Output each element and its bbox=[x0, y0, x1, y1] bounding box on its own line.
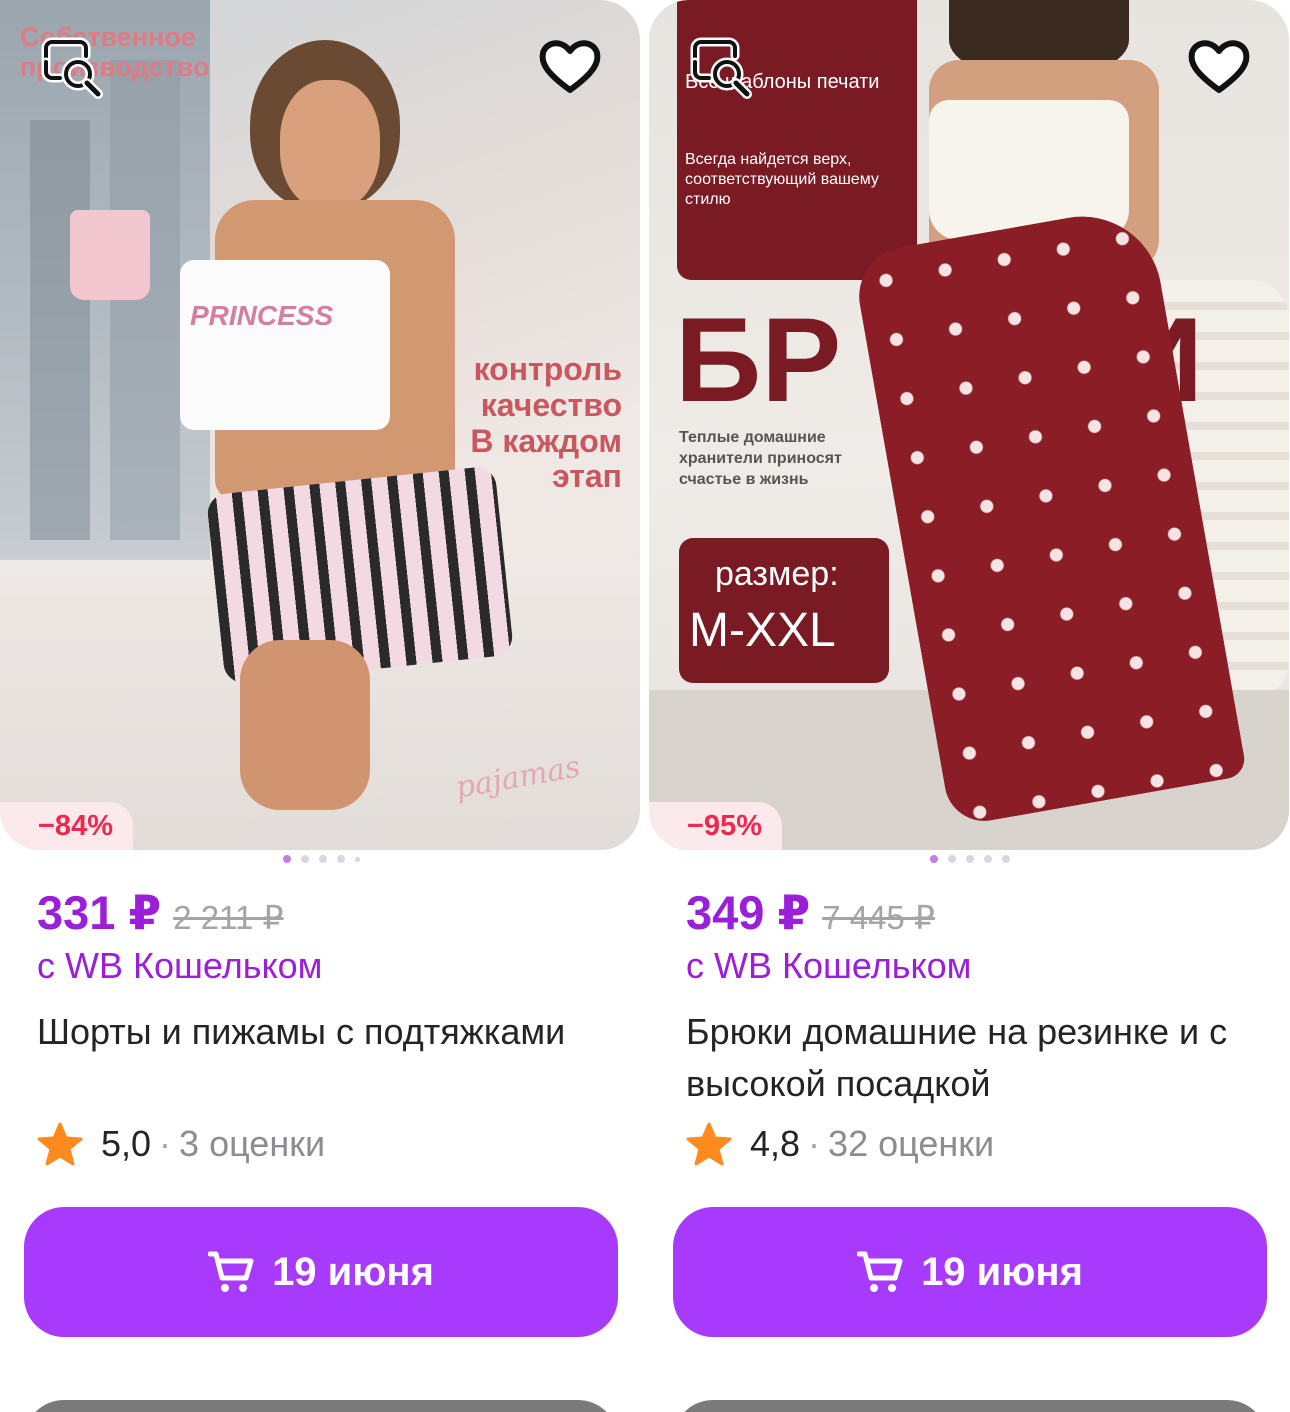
favorite-button[interactable] bbox=[534, 30, 606, 102]
rating-score: 4,8 bbox=[750, 1123, 801, 1164]
product-photo[interactable]: Все шаблоны печати Всегда найдется верх,… bbox=[649, 0, 1289, 850]
rating-separator: · bbox=[159, 1123, 172, 1164]
old-price: 2 211 ₽ bbox=[173, 899, 284, 936]
model-face bbox=[280, 80, 380, 210]
product-card-2[interactable]: Все шаблоны печати Всегда найдется верх,… bbox=[649, 0, 1289, 1412]
discount-badge: −84% bbox=[0, 802, 133, 850]
model-legs bbox=[240, 640, 370, 810]
product-title[interactable]: Брюки домашние на резинке и с высокой по… bbox=[686, 1006, 1266, 1110]
warm-caption: Теплые домашние хранители приносят счаст… bbox=[679, 429, 842, 488]
photo-pagination bbox=[930, 855, 1010, 863]
current-price: 331 ₽ bbox=[37, 886, 162, 939]
size-value: M-XXL bbox=[689, 604, 836, 657]
favorite-button[interactable] bbox=[1183, 30, 1255, 102]
heart-icon bbox=[539, 40, 601, 93]
next-card-preview[interactable] bbox=[24, 1400, 618, 1412]
product-card-1[interactable]: PRINCESS Собственное производство контро… bbox=[0, 0, 640, 1412]
wallet-note: с WB Кошельком bbox=[37, 945, 323, 986]
wallet-note: с WB Кошельком bbox=[686, 945, 972, 986]
rating-score: 5,0 bbox=[101, 1123, 152, 1164]
old-price: 7 445 ₽ bbox=[822, 899, 935, 936]
add-to-cart-button[interactable]: 19 июня bbox=[24, 1207, 618, 1337]
discount-badge: −95% bbox=[649, 802, 782, 850]
add-to-cart-button[interactable]: 19 июня bbox=[673, 1207, 1267, 1337]
star-icon bbox=[37, 1122, 83, 1166]
delivery-date: 19 июня bbox=[272, 1249, 434, 1294]
product-rating: 5,0 · 3 оценки bbox=[37, 1122, 325, 1166]
image-search-icon bbox=[41, 37, 103, 99]
pink-mug bbox=[70, 210, 150, 300]
panel-subtext: Всегда найдется верх, соответствующий ва… bbox=[685, 151, 879, 208]
shirt-print: PRINCESS bbox=[190, 300, 334, 331]
cart-icon bbox=[208, 1251, 254, 1292]
next-card-preview[interactable] bbox=[673, 1400, 1267, 1412]
price-row: 349 ₽ 7 445 ₽ bbox=[686, 885, 935, 941]
big-word-start: БР bbox=[675, 293, 842, 427]
star-icon bbox=[686, 1122, 732, 1166]
product-title[interactable]: Шорты и пижамы с подтяжками bbox=[37, 1006, 617, 1058]
current-price: 349 ₽ bbox=[686, 886, 811, 939]
size-label: размер: bbox=[715, 555, 839, 593]
price-row: 331 ₽ 2 211 ₽ bbox=[37, 885, 283, 941]
rating-separator: · bbox=[808, 1123, 821, 1164]
image-search-icon bbox=[690, 37, 752, 99]
product-rating: 4,8 · 32 оценки bbox=[686, 1122, 994, 1166]
image-search-button[interactable] bbox=[685, 32, 757, 104]
review-count[interactable]: 3 оценки bbox=[179, 1123, 325, 1165]
review-count[interactable]: 32 оценки bbox=[828, 1123, 994, 1165]
heart-icon bbox=[1188, 40, 1250, 93]
product-photo[interactable]: PRINCESS Собственное производство контро… bbox=[0, 0, 640, 850]
photo-caption-side: контроль качество В каждом этап bbox=[470, 351, 622, 495]
photo-pagination bbox=[283, 855, 360, 863]
cart-icon bbox=[857, 1251, 903, 1292]
image-search-button[interactable] bbox=[36, 32, 108, 104]
delivery-date: 19 июня bbox=[921, 1249, 1083, 1294]
model-top bbox=[180, 260, 390, 430]
